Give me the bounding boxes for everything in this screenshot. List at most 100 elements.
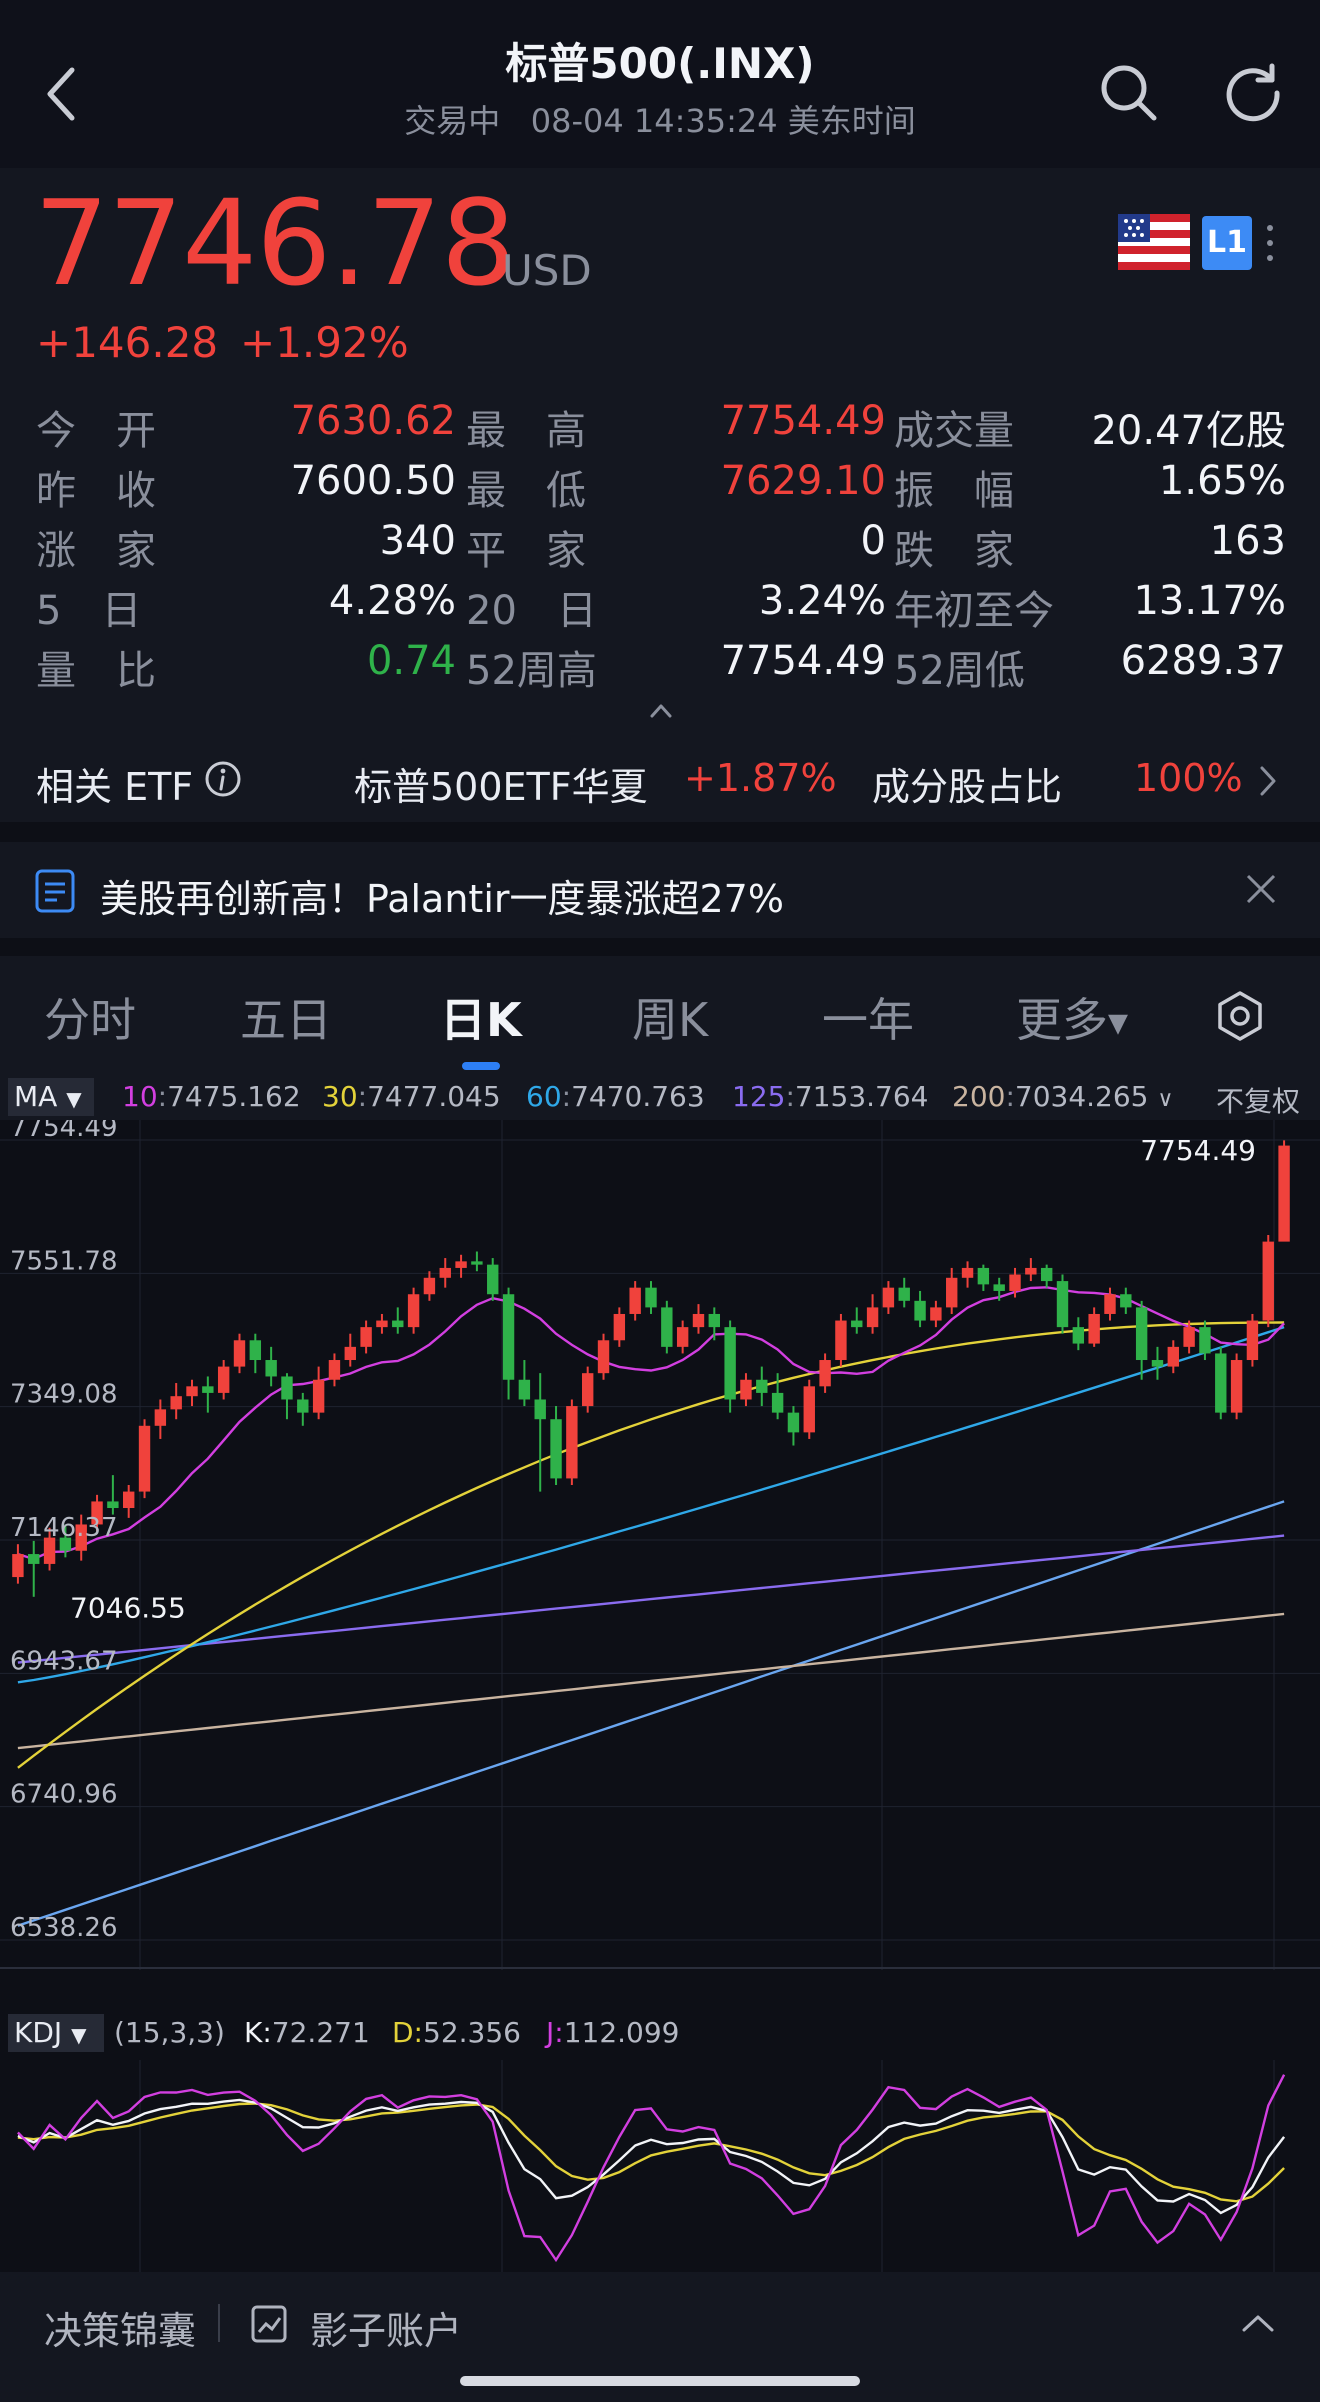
stats-row: 量 比 0.74 52周高 7754.49 52周低 6289.37	[36, 638, 1286, 694]
candle-body	[993, 1284, 1005, 1291]
active-tab-indicator	[462, 1062, 500, 1070]
stat-value: 3.24%	[758, 578, 886, 624]
trading-status: 交易中	[404, 102, 501, 140]
candle-body	[914, 1300, 926, 1321]
component-label: 成分股占比	[872, 765, 1063, 809]
collapse-caret-icon[interactable]	[648, 700, 674, 720]
tab-five-day[interactable]: 五日	[240, 984, 332, 1050]
dropdown-triangle-icon: ▼	[1108, 1008, 1128, 1039]
chevron-right-icon[interactable]	[1258, 764, 1278, 798]
shadow-account-button[interactable]: 影子账户	[310, 2300, 462, 2355]
currency: USD	[502, 246, 592, 295]
tab-daily-k[interactable]: 日K	[440, 984, 522, 1050]
ma-selector[interactable]: MA ▼	[8, 1078, 94, 1116]
candle-body	[1230, 1360, 1243, 1413]
high-annotation: 7754.49	[1140, 1134, 1256, 1167]
candle-body	[1120, 1294, 1132, 1308]
close-icon[interactable]	[1244, 872, 1278, 906]
adjust-mode[interactable]: 不复权	[1216, 1080, 1300, 1120]
candlestick-chart[interactable]: 7754.49 7551.78 7349.08 7146.37 6943.67 6740.…	[0, 1120, 1320, 1970]
etf-name[interactable]: 标普500ETF华夏	[354, 756, 648, 811]
candle-body	[803, 1386, 815, 1433]
price-change-pct: +1.92%	[240, 318, 409, 367]
settings-icon[interactable]	[1214, 990, 1266, 1042]
candle-body	[930, 1307, 942, 1321]
home-indicator[interactable]	[460, 2376, 860, 2386]
candle-body	[1009, 1274, 1021, 1291]
candle-body	[676, 1327, 689, 1347]
stats-row: 昨 收 7600.50 最 低 7629.10 振 幅 1.65%	[36, 458, 1286, 514]
kdj-selector-label: KDJ	[14, 2016, 63, 2049]
candle-body	[1246, 1320, 1259, 1361]
stat-label: 最 低	[466, 468, 586, 514]
chevron-up-icon[interactable]	[1240, 2312, 1276, 2334]
candle-body	[613, 1313, 626, 1341]
candle-body	[1088, 1313, 1100, 1344]
stat-label: 52周高	[466, 648, 597, 694]
stat-value: 6289.37	[1120, 638, 1286, 684]
candle-body	[407, 1294, 420, 1328]
stat-value: 7630.62	[290, 398, 456, 444]
ma10-value: 10:7475.162	[122, 1080, 301, 1113]
tab-intraday[interactable]: 分时	[44, 984, 136, 1050]
ma-selector-label: MA	[14, 1080, 58, 1113]
kdj-selector[interactable]: KDJ ▼	[8, 2014, 104, 2052]
tab-one-year[interactable]: 一年	[822, 984, 914, 1050]
candle-body	[423, 1277, 436, 1295]
refresh-icon[interactable]	[1220, 60, 1286, 126]
candle-body	[898, 1287, 910, 1301]
tab-weekly-k[interactable]: 周K	[632, 984, 708, 1050]
kdj-chart[interactable]	[0, 2060, 1320, 2272]
candle-body	[851, 1320, 863, 1328]
stats-row: 今 开 7630.62 最 高 7754.49 成交量 20.47亿股	[36, 398, 1286, 454]
candle-body	[170, 1396, 182, 1410]
candle-body	[28, 1554, 40, 1564]
candle-body	[186, 1386, 198, 1397]
candle-body	[471, 1261, 483, 1265]
candle-body	[376, 1320, 388, 1328]
news-headline[interactable]: 美股再创新高！Palantir一度暴涨超27%	[100, 868, 784, 923]
candle-body	[771, 1392, 784, 1413]
candle-body	[661, 1307, 673, 1347]
kdj-params: (15,3,3)	[114, 2016, 225, 2049]
info-icon[interactable]	[204, 760, 242, 798]
stat-label: 量 比	[36, 648, 156, 694]
level1-badge[interactable]: L1	[1202, 216, 1252, 270]
shadow-account-icon	[251, 2305, 287, 2343]
candle-body	[518, 1379, 531, 1400]
stat-label: 今 开	[36, 408, 156, 454]
candle-body	[1183, 1327, 1195, 1347]
candle-body	[1199, 1327, 1211, 1354]
stat-label: 52周低	[894, 648, 1025, 694]
candle-body	[835, 1320, 847, 1361]
candle-body	[502, 1294, 515, 1380]
chart-background	[0, 1120, 1320, 1970]
candle-body	[202, 1386, 214, 1393]
stat-label: 20 日	[466, 588, 597, 634]
candle-body	[1167, 1346, 1179, 1367]
candle-body	[787, 1412, 800, 1433]
candle-body	[1072, 1327, 1085, 1344]
candle-body	[534, 1399, 546, 1420]
ma-expand-chevron-icon: ∨	[1157, 1087, 1174, 1112]
candle-body	[265, 1360, 277, 1377]
y-axis-label: 7551.78	[10, 1246, 118, 1276]
y-axis-label: 6740.96	[10, 1780, 118, 1810]
stat-value: 163	[1209, 518, 1286, 564]
decision-kit-button[interactable]: 决策锦囊	[44, 2300, 196, 2355]
candle-body	[233, 1340, 246, 1367]
candle-body	[740, 1379, 752, 1400]
candle-body	[455, 1261, 467, 1268]
stat-value: 20.47亿股	[1091, 408, 1286, 454]
tab-more[interactable]: 更多▼	[1016, 984, 1128, 1050]
candle-body	[866, 1307, 879, 1328]
stat-value: 13.17%	[1133, 578, 1286, 624]
candle-body	[138, 1425, 151, 1492]
stat-value: 4.28%	[328, 578, 456, 624]
candle-body	[312, 1379, 325, 1413]
search-icon[interactable]	[1096, 60, 1162, 126]
more-vertical-icon[interactable]	[1262, 216, 1278, 270]
y-axis-label: 7754.49	[10, 1120, 118, 1143]
candle-body	[439, 1267, 451, 1278]
kdj-d-value: D:52.356	[392, 2016, 521, 2049]
